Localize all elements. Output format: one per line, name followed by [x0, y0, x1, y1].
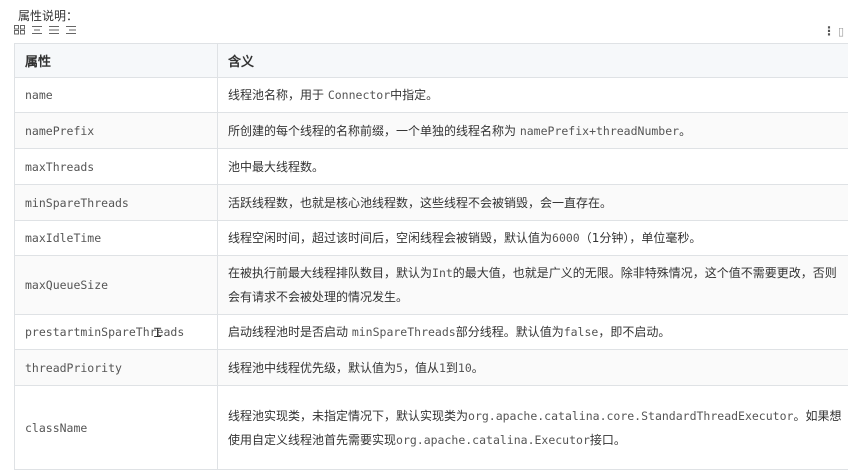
table-row: maxQueueSize 在被执行前最大线程排队数目，默认为Int的最大值，也就是…: [14, 255, 848, 315]
table-row: name 线程池名称，用于 Connector中指定。: [14, 77, 848, 113]
description-text: 。: [679, 123, 692, 138]
header-meaning: 含义: [217, 43, 848, 78]
description-text: 线程空闲时间，超过该时间后，空闲线程会被销毁，默认值为: [228, 231, 553, 245]
inline-code: minSpareThreads: [351, 325, 456, 339]
attribute-description: 池中最大线程数。: [217, 148, 848, 185]
attribute-name: maxQueueSize: [14, 255, 218, 315]
attribute-name: namePrefix: [14, 112, 218, 149]
table-row: maxIdleTime 线程空闲时间，超过该时间后，空闲线程会被销毁，默认值为60…: [14, 220, 848, 256]
inline-code: org.apache.catalina.core.StandardThreadE…: [468, 408, 794, 423]
description-text: 线程池名称，用于: [228, 88, 328, 102]
header-attribute: 属性: [14, 43, 218, 78]
grid-icon[interactable]: [14, 25, 26, 35]
attribute-description: 活跃线程数，也就是核心池线程数，这些线程不会被销毁，会一直存在。: [217, 184, 848, 221]
attribute-name: maxThreads: [14, 148, 218, 185]
table-header-row: 属性 含义: [14, 43, 848, 78]
table-toolbar: [14, 25, 77, 35]
attribute-name: threadPriority: [14, 349, 218, 386]
inline-code: 10: [457, 360, 472, 375]
section-heading: 属性说明：: [18, 9, 79, 23]
align-center-icon[interactable]: [31, 25, 43, 35]
description-text: 。: [471, 360, 484, 375]
attribute-name: maxIdleTime: [14, 220, 218, 256]
table-row: maxThreads 池中最大线程数。: [14, 148, 848, 185]
attribute-description: 线程池实现类，未指定情况下，默认实现类为org.apache.catalina.…: [217, 385, 848, 470]
attribute-description: 线程空闲时间，超过该时间后，空闲线程会被销毁，默认值为6000（1分钟），单位毫…: [217, 220, 848, 256]
inline-code: 6000: [552, 231, 580, 245]
description-text: 所创建的每个线程的名称前缀，一个单独的线程名称为: [228, 123, 520, 138]
attribute-description: 线程池名称，用于 Connector中指定。: [217, 77, 848, 113]
inline-code: false: [563, 325, 599, 339]
description-text: 线程池实现类，未指定情况下，默认实现类为: [228, 408, 469, 423]
truncated-icon: ▯: [837, 24, 844, 38]
description-text: 接口。: [589, 432, 626, 447]
attribute-table: 属性 含义 name 线程池名称，用于 Connector中指定。 namePref…: [14, 43, 848, 470]
inline-code: namePrefix+threadNumber: [519, 123, 680, 138]
description-text: 活跃线程数，也就是核心池线程数，这些线程不会被销毁，会一直存在。: [228, 195, 613, 210]
description-text: （1分钟），单位毫秒。: [579, 231, 702, 245]
attribute-name: prestartminSpareThreads: [14, 314, 218, 350]
attribute-description: 在被执行前最大线程排队数目，默认为Int的最大值，也就是广义的无限。除非特殊情况…: [217, 255, 848, 315]
table-row: namePrefix 所创建的每个线程的名称前缀，一个单独的线程名称为 nameP…: [14, 112, 848, 149]
inline-code: 1: [438, 360, 446, 375]
attribute-description: 启动线程池时是否启动 minSpareThreads部分线程。默认值为false…: [217, 314, 848, 350]
more-vertical-icon[interactable]: ⋮: [823, 24, 835, 38]
inline-code: Connector: [327, 88, 391, 102]
attribute-name: name: [14, 77, 218, 113]
attribute-name: minSpareThreads: [14, 184, 218, 221]
inline-code: 5: [396, 360, 403, 375]
description-text: 池中最大线程数。: [228, 159, 325, 174]
table-row: className 线程池实现类，未指定情况下，默认实现类为org.apache.…: [14, 385, 848, 470]
table-more-menu[interactable]: ⋮ ▯: [823, 24, 844, 38]
align-justify-icon[interactable]: [48, 25, 60, 35]
inline-code: org.apache.catalina.Executor: [396, 432, 590, 447]
description-text: 启动线程池时是否启动: [228, 325, 352, 339]
description-text: ，即不启动。: [598, 325, 671, 339]
description-text: ，值从: [402, 360, 439, 375]
table-row: prestartminSpareThreads 启动线程池时是否启动 minSpa…: [14, 314, 848, 350]
description-text: 线程池中线程优先级，默认值为: [228, 360, 397, 375]
attribute-name: className: [14, 385, 218, 470]
table-row: minSpareThreads 活跃线程数，也就是核心池线程数，这些线程不会被销毁…: [14, 184, 848, 221]
attribute-description: 线程池中线程优先级，默认值为5，值从1到10。: [217, 349, 848, 386]
attribute-description: 所创建的每个线程的名称前缀，一个单独的线程名称为 namePrefix+thre…: [217, 112, 848, 149]
description-text: 部分线程。默认值为: [455, 325, 564, 339]
align-right-icon[interactable]: [65, 25, 77, 35]
description-text: 中指定。: [390, 88, 439, 102]
table-row: threadPriority 线程池中线程优先级，默认值为5，值从1到10。: [14, 349, 848, 386]
description-text: 在被执行前最大线程排队数目，默认为: [228, 266, 433, 280]
inline-code: Int: [432, 266, 453, 280]
description-text: 到: [445, 360, 458, 375]
